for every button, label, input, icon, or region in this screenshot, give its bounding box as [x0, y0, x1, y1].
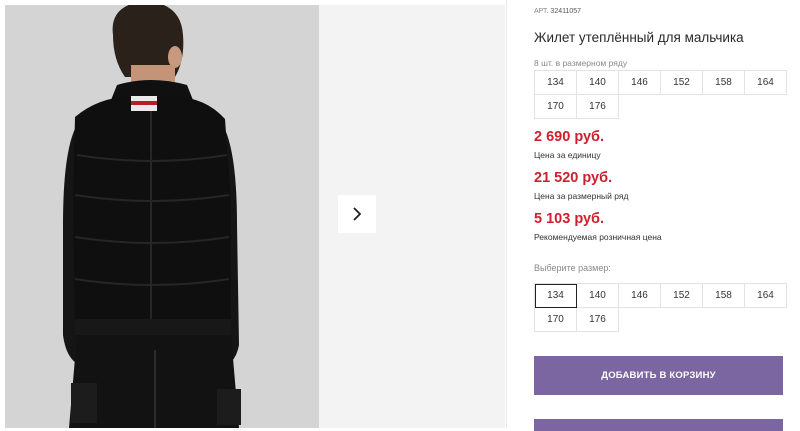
- product-title: Жилет утеплённый для мальчика: [534, 30, 744, 45]
- product-photo[interactable]: [5, 5, 319, 428]
- article-value: 32411057: [550, 8, 582, 15]
- pack-size-cell: 170: [535, 95, 577, 119]
- article-label: АРТ.: [534, 8, 549, 15]
- pack-size-cell: 146: [619, 71, 661, 95]
- pack-note: 8 шт. в размерном ряду: [534, 58, 628, 68]
- size-option[interactable]: 152: [661, 284, 703, 308]
- size-option[interactable]: 146: [619, 284, 661, 308]
- unit-price-label: Цена за единицу: [534, 150, 601, 160]
- size-select-label: Выберите размер:: [534, 263, 611, 273]
- pack-size-cell: 158: [703, 71, 745, 95]
- size-option[interactable]: 170: [535, 308, 577, 332]
- product-gallery: [5, 5, 505, 428]
- size-option[interactable]: 176: [577, 308, 619, 332]
- unit-price: 2 690 руб.: [534, 129, 605, 145]
- product-photo-image: [5, 5, 319, 428]
- pack-size-cell: 134: [535, 71, 577, 95]
- size-option[interactable]: 158: [703, 284, 745, 308]
- size-option[interactable]: 140: [577, 284, 619, 308]
- size-option[interactable]: 134: [535, 284, 577, 308]
- retail-price-label: Рекомендуемая розничная цена: [534, 232, 662, 242]
- add-to-cart-button[interactable]: ДОБАВИТЬ В КОРЗИНУ: [534, 356, 783, 395]
- pack-size-cell: 140: [577, 71, 619, 95]
- secondary-button[interactable]: [534, 419, 783, 431]
- next-slide-button[interactable]: [338, 195, 376, 233]
- pack-price: 21 520 руб.: [534, 170, 613, 186]
- pack-price-label: Цена за размерный ряд: [534, 191, 629, 201]
- article-number: АРТ. 32411057: [534, 8, 581, 15]
- panel-divider: [506, 0, 507, 428]
- pack-size-cell: 152: [661, 71, 703, 95]
- chevron-right-icon: [353, 207, 362, 221]
- size-option[interactable]: 164: [745, 284, 787, 308]
- pack-size-cell: 176: [577, 95, 619, 119]
- size-selector: 134 140 146 152 158 164 170 176: [534, 283, 787, 332]
- pack-sizes-grid: 134 140 146 152 158 164 170 176: [534, 70, 787, 119]
- pack-size-cell: 164: [745, 71, 787, 95]
- retail-price: 5 103 руб.: [534, 211, 605, 227]
